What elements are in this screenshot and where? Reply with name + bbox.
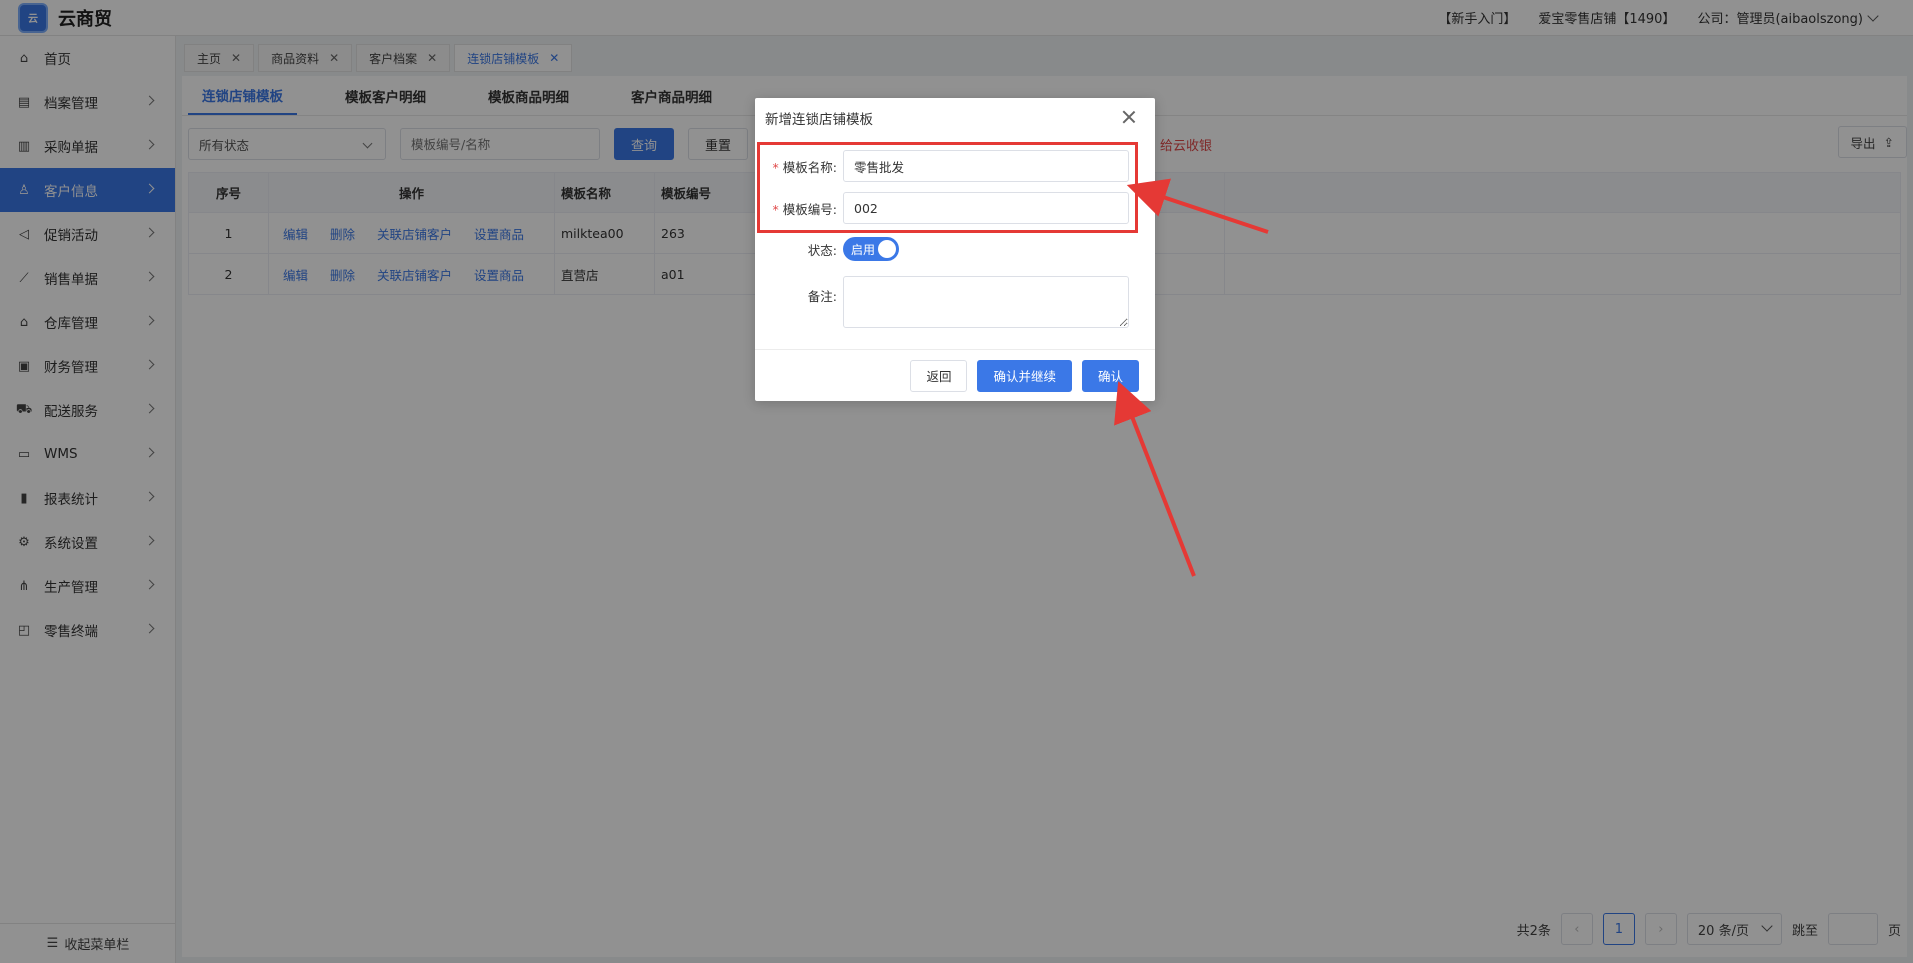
status-toggle[interactable]: 启用 (843, 237, 899, 261)
confirm-button[interactable]: 确认 (1081, 359, 1139, 392)
confirm-continue-button[interactable]: 确认并继续 (977, 359, 1072, 392)
dialog-title: 新增连锁店铺模板 (765, 112, 873, 128)
status-row: 状态: 启用 (755, 237, 899, 261)
remark-label: 备注: (807, 289, 837, 304)
remark-textarea[interactable] (843, 276, 1129, 328)
status-label: 状态: (807, 242, 837, 258)
dialog-footer: 返回 确认并继续 确认 (755, 349, 1155, 401)
dialog-header: 新增连锁店铺模板 (755, 98, 1155, 138)
back-button[interactable]: 返回 (910, 359, 968, 392)
toggle-knob (878, 240, 896, 258)
close-icon[interactable] (1121, 109, 1137, 125)
remark-row: 备注: (755, 276, 1129, 328)
highlight-box (757, 142, 1138, 233)
